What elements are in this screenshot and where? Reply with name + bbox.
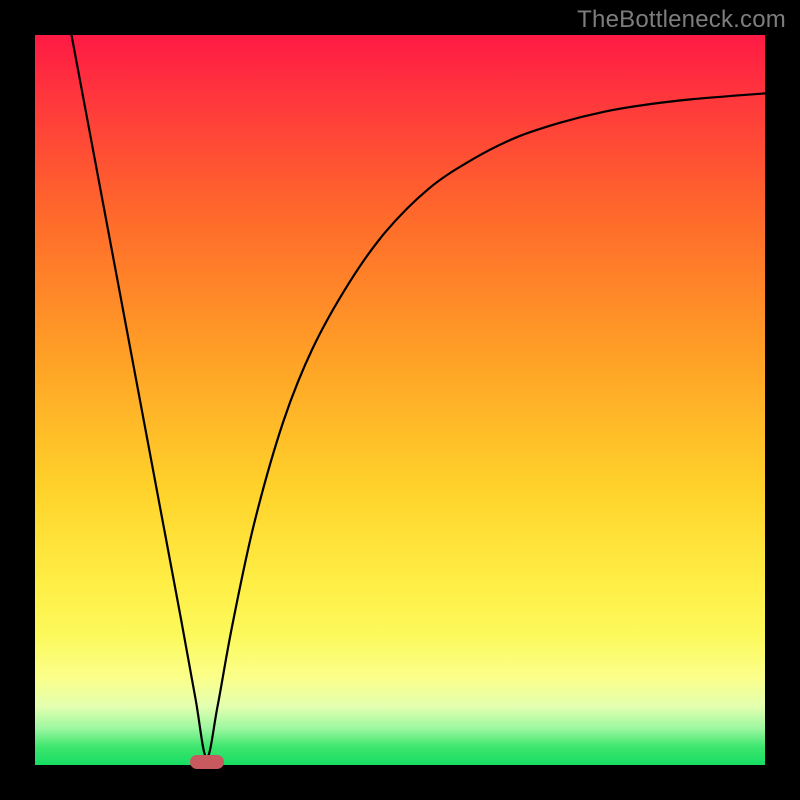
plot-area	[35, 35, 765, 765]
minimum-marker	[190, 755, 224, 769]
chart-frame: TheBottleneck.com	[0, 0, 800, 800]
curve-path	[72, 35, 766, 758]
curve-svg	[35, 35, 765, 765]
watermark-text: TheBottleneck.com	[577, 6, 786, 34]
